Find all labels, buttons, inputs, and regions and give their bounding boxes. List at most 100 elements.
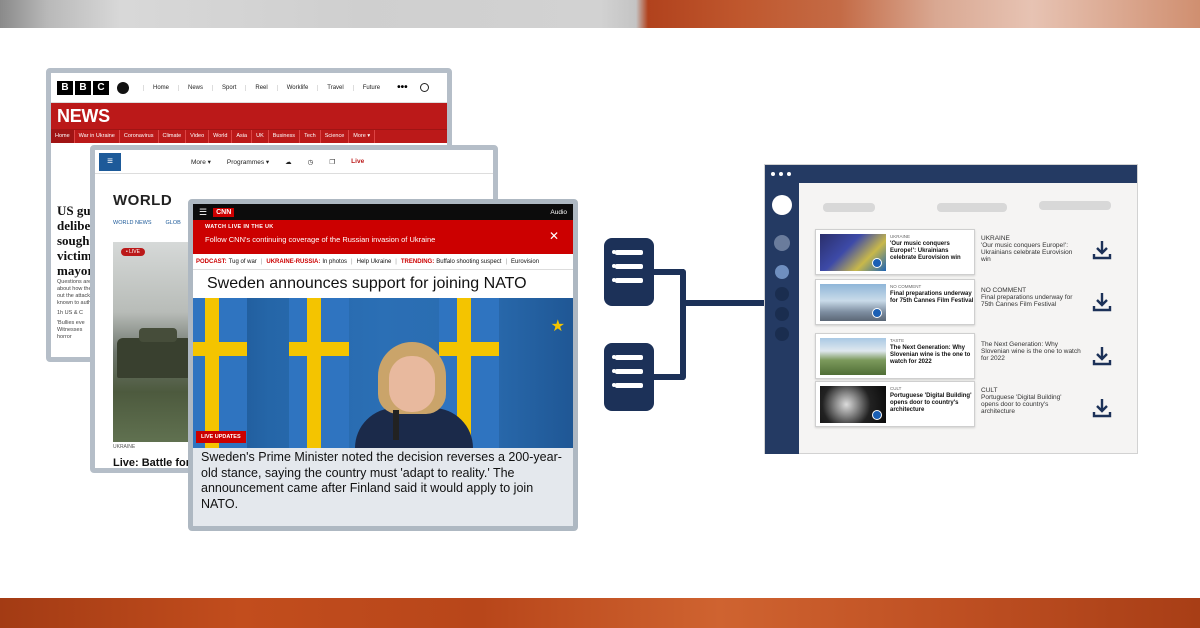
sidebar-nav-icon[interactable]: [775, 287, 789, 301]
cnn-logo[interactable]: CNN: [213, 207, 235, 217]
bbc-sub-nav: Home War in Ukraine Coronavirus Climate …: [51, 129, 447, 143]
world-tabs: WORLD NEWS GLOB: [113, 220, 181, 226]
feed-meta: NO COMMENT Final preparations underway f…: [981, 287, 1081, 308]
feed-card[interactable]: UKRAINE 'Our music conquers Europe!': Uk…: [815, 229, 975, 275]
tab-world-news[interactable]: WORLD NEWS: [113, 220, 152, 226]
subnav-item[interactable]: Coronavirus: [120, 130, 159, 143]
window-dot-icon[interactable]: [779, 172, 783, 176]
cnn-live-banner[interactable]: WATCH LIVE IN THE UK Follow CNN's contin…: [193, 220, 573, 254]
subnav-item[interactable]: World: [209, 130, 233, 143]
subnav-item[interactable]: Video: [186, 130, 210, 143]
swedish-flag: [193, 298, 247, 448]
clock-icon[interactable]: ◷: [308, 158, 314, 166]
sidebar-nav-icon[interactable]: [774, 235, 790, 251]
world-top-bar: ≡ More ▾ Programmes ▾ ☁ ◷ ❐ Live: [95, 150, 493, 174]
world-nav: More ▾ Programmes ▾ ☁ ◷ ❐ Live: [191, 158, 364, 166]
play-icon[interactable]: [872, 258, 882, 268]
cnn-headline[interactable]: Sweden announces support for joining NAT…: [193, 270, 573, 298]
play-icon[interactable]: [872, 410, 882, 420]
section-label: UKRAINE: [113, 444, 136, 450]
press-conference-photo[interactable]: ★ LIVE UPDATES: [193, 298, 573, 448]
meta-title: Final preparations underway for 75th Can…: [981, 294, 1073, 308]
subnav-item[interactable]: Asia: [232, 130, 253, 143]
cnn-top-bar: ☰ CNN Audio: [193, 204, 573, 220]
download-icon[interactable]: [1091, 239, 1113, 261]
header-placeholder-bar: [937, 203, 1007, 212]
news-feed-app-window: UKRAINE 'Our music conquers Europe!': Uk…: [764, 164, 1138, 454]
bbc-top-bar: B B C Home News Sport Reel Worklife Trav…: [51, 73, 447, 103]
audio-link[interactable]: Audio: [550, 209, 567, 216]
feed-card[interactable]: NO COMMENT Final preparations underway f…: [815, 279, 975, 325]
sidebar-nav-icon[interactable]: [775, 327, 789, 341]
download-icon[interactable]: [1091, 397, 1113, 419]
world-section-title: WORLD: [113, 192, 173, 209]
profile-avatar-icon[interactable]: [772, 195, 792, 215]
ticker-label: PODCAST:: [196, 258, 227, 265]
document-icon: [604, 343, 654, 411]
ticker-link[interactable]: Tug of war: [229, 259, 257, 265]
search-icon[interactable]: [419, 83, 429, 92]
subnav-item[interactable]: UK: [252, 130, 269, 143]
card-category: NO COMMENT: [890, 284, 922, 289]
subnav-item[interactable]: Tech: [300, 130, 321, 143]
more-menu-icon[interactable]: •••: [397, 82, 408, 93]
sidebar-nav-icon[interactable]: [775, 307, 789, 321]
meta-title: Portuguese 'Digital Building' opens door…: [981, 394, 1062, 415]
nav-future[interactable]: Future: [352, 84, 389, 91]
bbc-news-brand[interactable]: NEWS: [51, 103, 447, 129]
app-sidebar: [765, 183, 799, 454]
ticker-link[interactable]: Help Ukraine: [357, 259, 392, 265]
weather-icon[interactable]: ☁: [285, 158, 292, 166]
ticker-label: UKRAINE-RUSSIA:: [266, 258, 321, 265]
more-dropdown[interactable]: More ▾: [191, 158, 211, 166]
subnav-item[interactable]: Business: [269, 130, 301, 143]
bottom-decorative-band: [0, 598, 1200, 628]
feed-card[interactable]: CULT Portuguese 'Digital Building' opens…: [815, 381, 975, 427]
live-link[interactable]: Live: [351, 158, 364, 165]
hamburger-menu-icon[interactable]: ≡: [99, 152, 121, 171]
play-icon[interactable]: [872, 308, 882, 318]
header-placeholder-bar: [1039, 201, 1111, 210]
download-icon[interactable]: [1091, 291, 1113, 313]
copy-icon[interactable]: ❐: [329, 158, 335, 166]
eurovision-thumbnail: [820, 234, 886, 271]
nav-home[interactable]: Home: [143, 84, 178, 91]
window-dot-icon[interactable]: [787, 172, 791, 176]
subnav-item[interactable]: War in Ukraine: [75, 130, 120, 143]
hamburger-menu-icon[interactable]: ☰: [199, 207, 207, 218]
window-dot-icon[interactable]: [771, 172, 775, 176]
nav-sport[interactable]: Sport: [212, 84, 245, 91]
cannes-thumbnail: [820, 284, 886, 321]
architecture-thumbnail: [820, 386, 886, 423]
nav-news[interactable]: News: [178, 84, 212, 91]
programmes-dropdown[interactable]: Programmes ▾: [227, 158, 269, 166]
subnav-more[interactable]: More ▾: [349, 130, 376, 143]
tab-global[interactable]: GLOB: [166, 220, 181, 226]
header-placeholder-bar: [823, 203, 875, 212]
nav-reel[interactable]: Reel: [245, 84, 276, 91]
subnav-item[interactable]: Science: [321, 130, 350, 143]
close-icon[interactable]: ✕: [549, 229, 559, 243]
meta-title: 'Our music conquers Europe!': Ukrainians…: [981, 242, 1073, 263]
banner-text: Follow CNN's continuing coverage of the …: [205, 235, 436, 244]
ticker-link[interactable]: In photos: [322, 259, 347, 265]
feed-card[interactable]: TASTE The Next Generation: Why Slovenian…: [815, 333, 975, 379]
person-body: [355, 408, 473, 448]
user-icon[interactable]: [117, 81, 129, 94]
tank-photo[interactable]: [113, 242, 197, 442]
ticker-link[interactable]: Eurovision: [511, 259, 539, 265]
ticker-link[interactable]: Buffalo shooting suspect: [436, 259, 501, 265]
download-icon[interactable]: [1091, 345, 1113, 367]
subnav-item[interactable]: Climate: [159, 130, 187, 143]
bbc-logo[interactable]: B B C: [57, 80, 109, 95]
live-updates-badge[interactable]: LIVE UPDATES: [196, 431, 246, 443]
tank-shape: [117, 328, 193, 378]
nav-travel[interactable]: Travel: [317, 84, 352, 91]
bbc-logo-c: C: [93, 80, 109, 95]
sidebar-nav-icon[interactable]: [775, 265, 789, 279]
story-caption[interactable]: Live: Battle for e: [113, 457, 199, 468]
nav-worklife[interactable]: Worklife: [276, 84, 318, 91]
connector-line: [680, 300, 766, 306]
subnav-item[interactable]: Home: [51, 130, 75, 143]
card-category: CULT: [890, 386, 902, 391]
